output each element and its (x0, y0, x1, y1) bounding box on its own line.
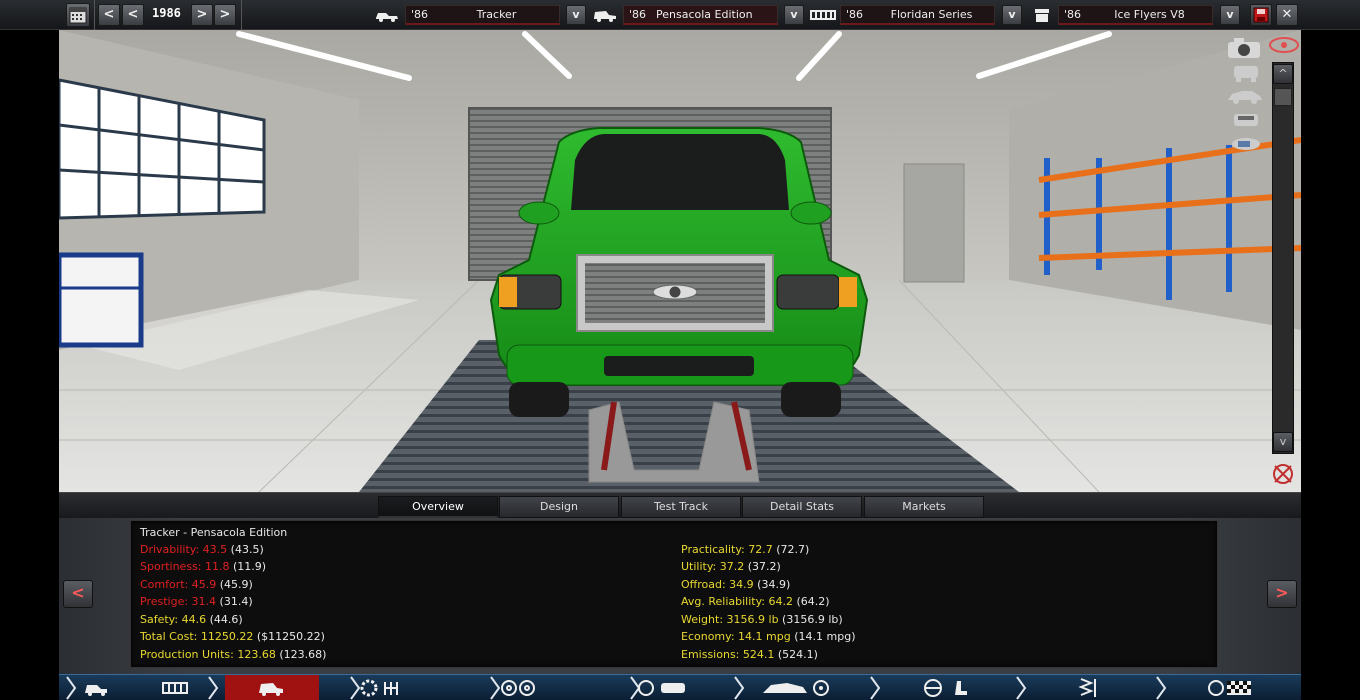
stat-avg-reliability: Avg. Reliability: 64.2 (64.2) (681, 595, 830, 608)
finish-icon[interactable] (1208, 680, 1251, 696)
stat-production-units: Production Units: 123.68 (123.68) (140, 648, 327, 661)
calendar-icon[interactable] (66, 3, 90, 27)
camera-icon[interactable] (1228, 38, 1260, 58)
next-year-button[interactable]: > (191, 4, 213, 26)
left-margin (0, 30, 59, 492)
right-margin (1301, 30, 1360, 492)
divider (241, 0, 242, 30)
overview-stats-panel: Tracker - Pensacola Edition Drivability:… (130, 520, 1218, 668)
stat-total-cost: Total Cost: 11250.22 ($11250.22) (140, 630, 325, 643)
last-year-button[interactable]: > (214, 4, 236, 26)
interior-icon[interactable] (924, 679, 967, 697)
view-scrollbar[interactable] (1272, 62, 1294, 454)
chassis-icon[interactable] (162, 682, 188, 694)
car-rear-icon[interactable] (1234, 114, 1258, 126)
game-window: < < 1986 > > '86 Tracker v '86 Pensacola… (0, 0, 1360, 700)
stat-comfort: Comfort: 45.9 (45.9) (140, 578, 253, 591)
car-trim-icon (594, 11, 616, 22)
engine-icon (1035, 9, 1049, 22)
chassis-dropdown-button[interactable]: v (1002, 5, 1022, 25)
trim-year: '86 (629, 8, 647, 21)
car-top-icon[interactable] (1232, 138, 1260, 150)
brakes-icon[interactable] (638, 680, 685, 696)
design-step-nav (59, 674, 1301, 700)
model-name: Tracker (476, 8, 517, 21)
reset-view-icon[interactable] (1270, 462, 1296, 486)
garage-3d-view[interactable] (59, 30, 1301, 492)
stat-emissions: Emissions: 524.1 (524.1) (681, 648, 818, 661)
first-year-button[interactable]: < (98, 4, 120, 26)
car-front-icon[interactable] (1234, 66, 1258, 82)
tires-icon[interactable] (501, 680, 535, 696)
close-icon[interactable]: ✕ (1276, 4, 1298, 26)
model-year: '86 (411, 8, 429, 21)
tab-markets[interactable]: Markets (864, 496, 984, 518)
tab-design[interactable]: Design (499, 496, 619, 518)
body-fan-icon[interactable] (763, 680, 829, 696)
stat-sportiness: Sportiness: 11.8 (11.9) (140, 560, 267, 573)
stat-offroad: Offroad: 34.9 (34.9) (681, 578, 791, 591)
year-display: 1986 (152, 6, 181, 20)
model-dropdown-button[interactable]: v (566, 5, 586, 25)
chassis-name: Floridan Series (890, 8, 973, 21)
engine-select[interactable]: '86 Ice Flyers V8 (1058, 5, 1213, 25)
stats-title: Tracker - Pensacola Edition (140, 526, 288, 539)
chassis-year: '86 (846, 8, 864, 21)
chassis-icon (810, 10, 836, 20)
trim-name: Pensacola Edition (656, 8, 753, 21)
next-panel-button[interactable]: > (1267, 580, 1297, 608)
engine-dropdown-button[interactable]: v (1220, 5, 1240, 25)
engine-year: '86 (1064, 8, 1082, 21)
top-bar: < < 1986 > > '86 Tracker v '86 Pensacola… (0, 0, 1360, 30)
prev-panel-button[interactable]: < (63, 580, 93, 608)
prev-year-button[interactable]: < (122, 4, 144, 26)
scroll-down-button[interactable]: v (1273, 432, 1293, 452)
stat-utility: Utility: 37.2 (37.2) (681, 560, 781, 573)
trim-dropdown-button[interactable]: v (784, 5, 804, 25)
eye-icon[interactable] (1269, 37, 1299, 53)
stat-safety: Safety: 44.6 (44.6) (140, 613, 243, 626)
tab-overview[interactable]: Overview (378, 496, 498, 518)
car-side-icon[interactable] (1228, 91, 1262, 104)
stat-weight: Weight: 3156.9 lb (3156.9 lb) (681, 613, 843, 626)
save-icon[interactable] (1250, 4, 1272, 26)
tab-detail-stats[interactable]: Detail Stats (742, 496, 862, 518)
chassis-select[interactable]: '86 Floridan Series (840, 5, 995, 25)
scroll-thumb[interactable] (1274, 88, 1292, 106)
stat-prestige: Prestige: 31.4 (31.4) (140, 595, 253, 608)
model-select[interactable]: '86 Tracker (405, 5, 560, 25)
stat-practicality: Practicality: 72.7 (72.7) (681, 543, 810, 556)
stat-drivability: Drivability: 43.5 (43.5) (140, 543, 264, 556)
stat-economy: Economy: 14.1 mpg (14.1 mpg) (681, 630, 856, 643)
car-side-icon[interactable] (85, 685, 107, 696)
car-model-icon (376, 13, 398, 22)
engine-name: Ice Flyers V8 (1114, 8, 1185, 21)
trim-select[interactable]: '86 Pensacola Edition (623, 5, 778, 25)
divider (94, 0, 95, 30)
suspension-icon[interactable] (1078, 678, 1096, 697)
tab-test-track[interactable]: Test Track (621, 496, 741, 518)
scroll-up-button[interactable]: ^ (1273, 64, 1293, 84)
wheel-gear-icon[interactable] (360, 679, 398, 697)
